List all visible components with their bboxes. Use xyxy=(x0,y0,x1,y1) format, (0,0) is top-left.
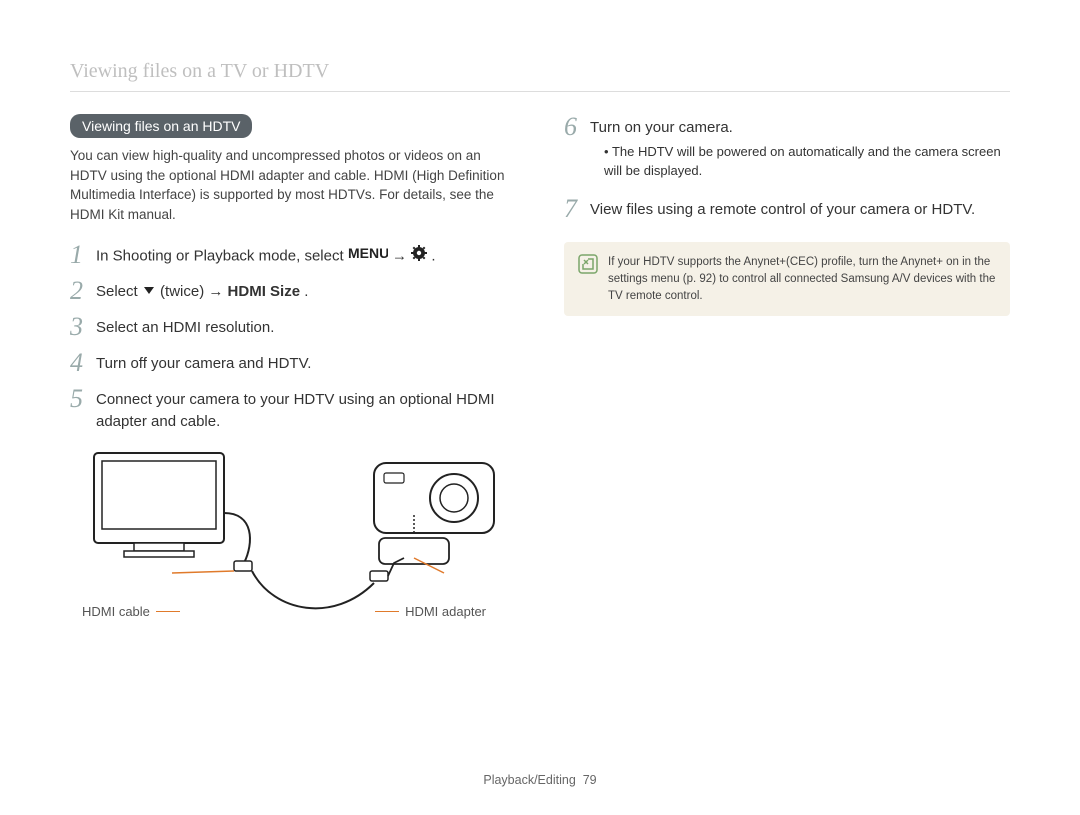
connection-diagram: HDMI cable HDMI adapter xyxy=(74,443,516,619)
text: HDMI adapter xyxy=(405,604,486,619)
left-column: Viewing files on an HDTV You can view hi… xyxy=(70,114,516,619)
breadcrumb-header: Viewing files on a TV or HDTV xyxy=(70,60,1010,83)
callout-line xyxy=(156,611,180,612)
text: (twice) → xyxy=(160,283,228,300)
two-column-layout: Viewing files on an HDTV You can view hi… xyxy=(70,114,1010,619)
text: → xyxy=(392,248,411,265)
manual-page: Viewing files on a TV or HDTV Viewing fi… xyxy=(0,0,1080,815)
page-footer: Playback/Editing 79 xyxy=(0,773,1080,787)
step-text: Select an HDMI resolution. xyxy=(96,314,274,339)
step-number: 3 xyxy=(70,314,96,340)
page-number: 79 xyxy=(583,773,597,787)
step-3: 3 Select an HDMI resolution. xyxy=(70,314,516,340)
text-bold: HDMI Size xyxy=(228,283,301,300)
text: In Shooting or Playback mode, select xyxy=(96,248,348,265)
text: HDMI cable xyxy=(82,604,150,619)
text: Select xyxy=(96,283,142,300)
footer-section: Playback/Editing xyxy=(483,773,575,787)
step-text: Turn on your camera. The HDTV will be po… xyxy=(590,114,1010,180)
note-text: If your HDTV supports the Anynet+(CEC) p… xyxy=(608,254,996,304)
step-number: 1 xyxy=(70,242,96,268)
hdmi-adapter-label: HDMI adapter xyxy=(375,604,486,619)
right-column: 6 Turn on your camera. The HDTV will be … xyxy=(564,114,1010,619)
intro-text: You can view high-quality and uncompress… xyxy=(70,146,516,224)
step-text: Connect your camera to your HDTV using a… xyxy=(96,386,516,433)
step-bullet: The HDTV will be powered on automaticall… xyxy=(604,143,1010,181)
step-number: 6 xyxy=(564,114,590,140)
step-6: 6 Turn on your camera. The HDTV will be … xyxy=(564,114,1010,180)
step-number: 2 xyxy=(70,278,96,304)
steps-list-left: 1 In Shooting or Playback mode, select M… xyxy=(70,242,516,433)
gear-icon xyxy=(411,245,427,268)
step-number: 7 xyxy=(564,196,590,222)
menu-icon: MENU xyxy=(348,245,388,268)
step-text: In Shooting or Playback mode, select MEN… xyxy=(96,242,436,268)
step-4: 4 Turn off your camera and HDTV. xyxy=(70,350,516,376)
chevron-down-icon xyxy=(142,281,156,303)
step-1: 1 In Shooting or Playback mode, select M… xyxy=(70,242,516,268)
text: Turn on your camera. xyxy=(590,119,733,136)
callout-line xyxy=(375,611,399,612)
step-text: Select (twice) → HDMI Size . xyxy=(96,278,308,303)
note-box: If your HDTV supports the Anynet+(CEC) p… xyxy=(564,242,1010,316)
step-text: Turn off your camera and HDTV. xyxy=(96,350,311,375)
step-5: 5 Connect your camera to your HDTV using… xyxy=(70,386,516,433)
hdmi-cable-label: HDMI cable xyxy=(82,604,180,619)
note-icon xyxy=(578,254,598,304)
section-pill: Viewing files on an HDTV xyxy=(70,114,252,138)
svg-text:MENU: MENU xyxy=(348,245,388,261)
step-number: 4 xyxy=(70,350,96,376)
step-7: 7 View files using a remote control of y… xyxy=(564,196,1010,222)
steps-list-right: 6 Turn on your camera. The HDTV will be … xyxy=(564,114,1010,222)
step-number: 5 xyxy=(70,386,96,412)
divider xyxy=(70,91,1010,92)
step-2: 2 Select (twice) → HDMI Size . xyxy=(70,278,516,304)
text: . xyxy=(431,248,435,265)
text: . xyxy=(304,283,308,300)
step-text: View files using a remote control of you… xyxy=(590,196,975,221)
